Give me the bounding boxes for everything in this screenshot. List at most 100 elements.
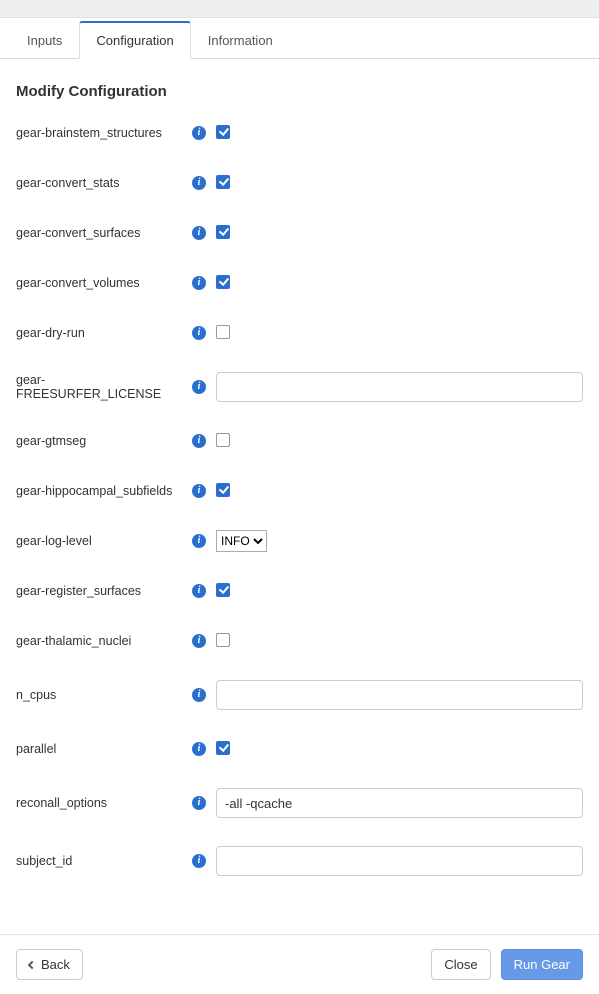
window-titlebar [0, 0, 599, 18]
back-button[interactable]: Back [16, 949, 83, 980]
info-icon[interactable]: i [192, 434, 206, 448]
field-row-thalamic: gear-thalamic_nuclei i [16, 630, 583, 652]
checkbox-convert-stats[interactable] [216, 175, 230, 189]
label-text: n_cpus [16, 688, 184, 702]
field-row-hippocampal: gear-hippocampal_subfields i [16, 480, 583, 502]
field-label: gear-thalamic_nuclei i [16, 634, 216, 648]
select-log-level[interactable]: INFO [216, 530, 267, 552]
label-text: gear-convert_volumes [16, 276, 184, 290]
field-control [216, 175, 230, 192]
label-text: gear-convert_surfaces [16, 226, 184, 240]
label-text: gear-log-level [16, 534, 184, 548]
field-label: gear-FREESURFER_LICENSE i [16, 373, 216, 401]
info-icon[interactable]: i [192, 326, 206, 340]
run-gear-button-label: Run Gear [514, 957, 570, 972]
input-subject-id[interactable] [216, 846, 583, 876]
checkbox-register-surfaces[interactable] [216, 583, 230, 597]
label-text: gear-thalamic_nuclei [16, 634, 184, 648]
info-icon[interactable]: i [192, 276, 206, 290]
chevron-left-icon [28, 960, 36, 968]
label-text: subject_id [16, 854, 184, 868]
label-text: reconall_options [16, 796, 184, 810]
tab-inputs[interactable]: Inputs [10, 21, 79, 59]
field-row-log-level: gear-log-level i INFO [16, 530, 583, 552]
field-control [216, 433, 230, 450]
input-n-cpus[interactable] [216, 680, 583, 710]
field-label: gear-log-level i [16, 534, 216, 548]
field-row-reconall: reconall_options i [16, 788, 583, 818]
label-text: gear-gtmseg [16, 434, 184, 448]
checkbox-brainstem[interactable] [216, 125, 230, 139]
field-label: reconall_options i [16, 796, 216, 810]
info-icon[interactable]: i [192, 854, 206, 868]
field-row-convert-stats: gear-convert_stats i [16, 172, 583, 194]
back-button-label: Back [41, 957, 70, 972]
field-label: n_cpus i [16, 688, 216, 702]
field-control [216, 633, 230, 650]
field-control [216, 483, 230, 500]
field-row-parallel: parallel i [16, 738, 583, 760]
checkbox-parallel[interactable] [216, 741, 230, 755]
checkbox-thalamic[interactable] [216, 633, 230, 647]
field-label: gear-register_surfaces i [16, 584, 216, 598]
field-control [216, 372, 583, 402]
info-icon[interactable]: i [192, 742, 206, 756]
tab-information[interactable]: Information [191, 21, 290, 59]
info-icon[interactable]: i [192, 534, 206, 548]
label-text: gear-convert_stats [16, 176, 184, 190]
info-icon[interactable]: i [192, 688, 206, 702]
field-row-gtmseg: gear-gtmseg i [16, 430, 583, 452]
label-text: gear-hippocampal_subfields [16, 484, 184, 498]
field-row-convert-volumes: gear-convert_volumes i [16, 272, 583, 294]
close-button-label: Close [444, 957, 477, 972]
input-reconall[interactable] [216, 788, 583, 818]
run-gear-button[interactable]: Run Gear [501, 949, 583, 980]
close-button[interactable]: Close [431, 949, 490, 980]
field-label: parallel i [16, 742, 216, 756]
field-row-dry-run: gear-dry-run i [16, 322, 583, 344]
info-icon[interactable]: i [192, 584, 206, 598]
field-control [216, 225, 230, 242]
configuration-panel: Modify Configuration gear-brainstem_stru… [0, 59, 599, 934]
field-row-register-surfaces: gear-register_surfaces i [16, 580, 583, 602]
field-label: gear-convert_stats i [16, 176, 216, 190]
label-text: gear-dry-run [16, 326, 184, 340]
tab-bar: Inputs Configuration Information [0, 20, 599, 59]
field-control [216, 846, 583, 876]
label-text: parallel [16, 742, 184, 756]
field-control [216, 741, 230, 758]
field-row-convert-surfaces: gear-convert_surfaces i [16, 222, 583, 244]
field-control [216, 788, 583, 818]
info-icon[interactable]: i [192, 796, 206, 810]
field-row-freesurfer-license: gear-FREESURFER_LICENSE i [16, 372, 583, 402]
info-icon[interactable]: i [192, 126, 206, 140]
field-label: gear-gtmseg i [16, 434, 216, 448]
checkbox-convert-volumes[interactable] [216, 275, 230, 289]
footer-bar: Back Close Run Gear [0, 934, 599, 994]
info-icon[interactable]: i [192, 176, 206, 190]
field-label: gear-hippocampal_subfields i [16, 484, 216, 498]
info-icon[interactable]: i [192, 634, 206, 648]
footer-right: Close Run Gear [431, 949, 583, 980]
field-label: gear-convert_surfaces i [16, 226, 216, 240]
label-text: gear-FREESURFER_LICENSE [16, 373, 184, 401]
field-label: gear-convert_volumes i [16, 276, 216, 290]
info-icon[interactable]: i [192, 484, 206, 498]
field-control [216, 275, 230, 292]
checkbox-hippocampal[interactable] [216, 483, 230, 497]
label-text: gear-register_surfaces [16, 584, 184, 598]
field-control [216, 325, 230, 342]
field-row-subject-id: subject_id i [16, 846, 583, 876]
field-control [216, 680, 583, 710]
tab-configuration[interactable]: Configuration [79, 21, 190, 59]
info-icon[interactable]: i [192, 226, 206, 240]
field-label: subject_id i [16, 854, 216, 868]
info-icon[interactable]: i [192, 380, 206, 394]
checkbox-dry-run[interactable] [216, 325, 230, 339]
label-text: gear-brainstem_structures [16, 126, 184, 140]
checkbox-gtmseg[interactable] [216, 433, 230, 447]
checkbox-convert-surfaces[interactable] [216, 225, 230, 239]
field-control [216, 583, 230, 600]
input-freesurfer-license[interactable] [216, 372, 583, 402]
field-control: INFO [216, 530, 267, 552]
